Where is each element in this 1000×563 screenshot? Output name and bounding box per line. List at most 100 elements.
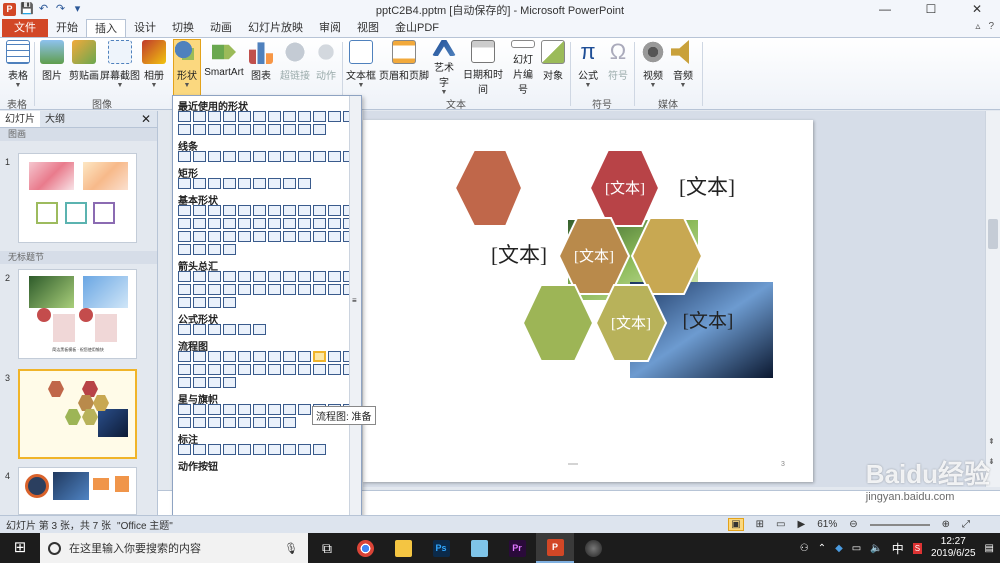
- shape-option[interactable]: [178, 231, 191, 242]
- header-footer-button[interactable]: 页眉和页脚: [379, 40, 429, 96]
- shape-option[interactable]: [208, 351, 221, 362]
- slideshow-icon[interactable]: ▶: [798, 519, 806, 530]
- minimize-button[interactable]: —: [862, 0, 908, 19]
- shape-option[interactable]: [283, 351, 296, 362]
- shape-option[interactable]: [223, 218, 236, 229]
- shape-option[interactable]: [193, 244, 206, 255]
- shape-option[interactable]: [178, 244, 191, 255]
- shape-option[interactable]: [208, 417, 221, 428]
- album-button[interactable]: 相册 ▼: [142, 40, 166, 96]
- shape-option[interactable]: [208, 284, 221, 295]
- shape-option[interactable]: [178, 271, 191, 282]
- smartart-button[interactable]: SmartArt: [203, 40, 245, 96]
- shape-option[interactable]: [253, 231, 266, 242]
- zoom-out-icon[interactable]: ⊖: [849, 519, 857, 530]
- shape-option[interactable]: [238, 351, 251, 362]
- shape-option[interactable]: [283, 271, 296, 282]
- tab-insert[interactable]: 插入: [86, 19, 126, 37]
- shape-row[interactable]: [173, 177, 361, 190]
- shape-option[interactable]: [298, 444, 311, 455]
- previous-slide-icon[interactable]: ⇞: [988, 437, 995, 446]
- audio-button[interactable]: 音频 ▼: [670, 40, 696, 96]
- shape-option[interactable]: [178, 178, 191, 189]
- shape-option[interactable]: [253, 111, 266, 122]
- shape-row[interactable]: [173, 204, 361, 256]
- shape-option[interactable]: [283, 205, 296, 216]
- shape-option[interactable]: [313, 111, 326, 122]
- textbox[interactable]: [文本]: [491, 243, 547, 267]
- shape-option[interactable]: [253, 205, 266, 216]
- section-header-untitled[interactable]: 无标题节: [0, 251, 157, 264]
- volume-icon[interactable]: 🔈: [870, 543, 882, 554]
- shape-option[interactable]: [208, 124, 221, 135]
- shape-option[interactable]: [313, 231, 326, 242]
- shape-option[interactable]: [178, 444, 191, 455]
- video-button[interactable]: 视频 ▼: [640, 40, 666, 96]
- windows-start-icon[interactable]: ⊞: [0, 533, 40, 563]
- shape-option[interactable]: [283, 284, 296, 295]
- shape-option[interactable]: [238, 444, 251, 455]
- shape-option[interactable]: [298, 178, 311, 189]
- shape-option[interactable]: [298, 124, 311, 135]
- shape-option[interactable]: [193, 417, 206, 428]
- shape-option[interactable]: [328, 351, 341, 362]
- shape-row[interactable]: [173, 150, 361, 163]
- slide-thumbnail-3[interactable]: [18, 369, 137, 459]
- shape-option[interactable]: [283, 417, 296, 428]
- shape-option[interactable]: [268, 124, 281, 135]
- shape-option[interactable]: [268, 364, 281, 375]
- shape-option[interactable]: [178, 218, 191, 229]
- normal-view-icon[interactable]: ▣: [728, 518, 744, 531]
- tab-slideshow[interactable]: 幻灯片放映: [240, 19, 311, 37]
- tab-slides[interactable]: 幻灯片: [0, 111, 40, 127]
- picture-button[interactable]: 图片: [38, 40, 66, 96]
- shape-option[interactable]: [328, 271, 341, 282]
- people-icon[interactable]: ⚇: [800, 543, 809, 554]
- tab-animations[interactable]: 动画: [202, 19, 240, 37]
- file-explorer-taskbar-icon[interactable]: [384, 533, 422, 563]
- shape-option[interactable]: [208, 324, 221, 335]
- close-button[interactable]: ✕: [954, 0, 1000, 19]
- shape-option[interactable]: [253, 417, 266, 428]
- chart-button[interactable]: 图表: [247, 40, 275, 96]
- shape-option[interactable]: [223, 351, 236, 362]
- tab-outline[interactable]: 大纲: [40, 111, 70, 127]
- shape-option[interactable]: [328, 205, 341, 216]
- shape-option[interactable]: [223, 178, 236, 189]
- shape-option[interactable]: [178, 111, 191, 122]
- shape-option[interactable]: [268, 271, 281, 282]
- shape-option[interactable]: [193, 111, 206, 122]
- shape-option[interactable]: [208, 205, 221, 216]
- shape-option[interactable]: [208, 111, 221, 122]
- shape-option[interactable]: [193, 377, 206, 388]
- shape-option[interactable]: [313, 284, 326, 295]
- shape-option[interactable]: [328, 364, 341, 375]
- shape-option[interactable]: [313, 205, 326, 216]
- scroll-thumb[interactable]: [988, 219, 998, 249]
- shape-option[interactable]: [223, 364, 236, 375]
- shape-option[interactable]: [223, 111, 236, 122]
- notification-icon[interactable]: ▤: [985, 543, 994, 554]
- hexagon-shape[interactable]: [453, 149, 524, 227]
- shape-option[interactable]: [253, 271, 266, 282]
- table-button[interactable]: 表格 ▼: [4, 40, 32, 96]
- shape-option[interactable]: [208, 364, 221, 375]
- photoshop-taskbar-icon[interactable]: Ps: [422, 533, 460, 563]
- shape-option[interactable]: [208, 404, 221, 415]
- slide-thumbnail-2[interactable]: 简洁黑板模板 · 祝您使用愉快: [18, 269, 137, 359]
- gallery-scroll-grip-icon[interactable]: ≡: [352, 296, 360, 308]
- shape-option[interactable]: [193, 151, 206, 162]
- zoom-level[interactable]: 61%: [817, 519, 837, 530]
- shape-option[interactable]: [223, 444, 236, 455]
- shape-option[interactable]: [178, 404, 191, 415]
- shape-option[interactable]: [238, 111, 251, 122]
- shape-option[interactable]: [313, 124, 326, 135]
- shape-option[interactable]: [223, 324, 236, 335]
- shape-option[interactable]: [253, 218, 266, 229]
- shield-icon[interactable]: ◆: [835, 543, 843, 554]
- media-player-taskbar-icon[interactable]: [574, 533, 612, 563]
- qat-customize-icon[interactable]: ▾: [71, 3, 84, 16]
- save-icon[interactable]: 💾: [20, 3, 34, 16]
- tab-design[interactable]: 设计: [126, 19, 164, 37]
- shape-option[interactable]: [283, 124, 296, 135]
